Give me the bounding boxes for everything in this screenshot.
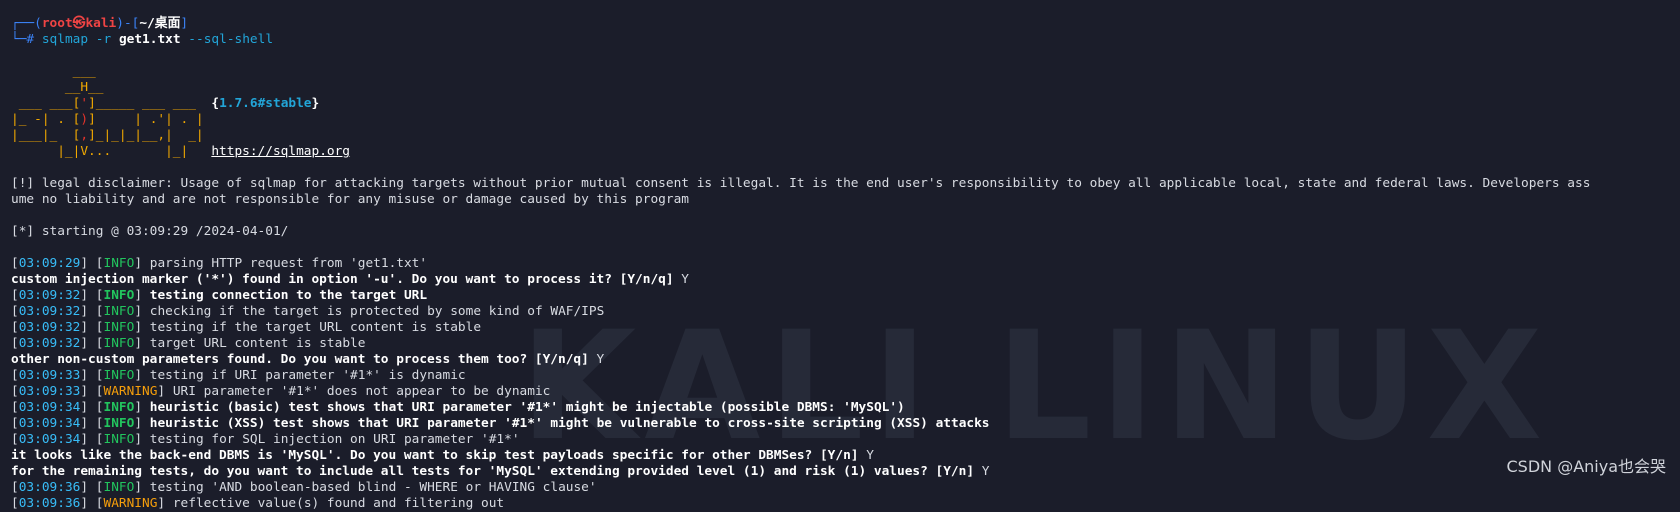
log-lines: [03:09:29] [INFO] parsing HTTP request f…	[11, 256, 1680, 512]
logo-part: ___ ___[	[11, 96, 81, 111]
prompt-box-open: ┌──(	[11, 16, 42, 31]
answer-text: Y	[588, 352, 605, 367]
logo-part: |_ -| . [	[11, 112, 81, 127]
log-level: WARNING	[103, 496, 158, 511]
logo-part: '	[80, 96, 89, 111]
prompt-path: ~/桌面	[139, 16, 181, 31]
terminal-output[interactable]: ┌──(root㉿kali)-[~/桌面] └─# sqlmap -r get1…	[11, 16, 1680, 512]
log-line: [03:09:29] [INFO] parsing HTTP request f…	[11, 256, 428, 271]
log-message: reflective value(s) found and filtering …	[165, 496, 505, 511]
log-timestamp: 03:09:36	[18, 480, 81, 495]
log-timestamp: 03:09:32	[18, 336, 81, 351]
question-text: for the remaining tests, do you want to …	[11, 464, 975, 479]
log-timestamp: 03:09:32	[18, 304, 81, 319]
logo-part: ]_____ ___ ___	[88, 96, 212, 111]
log-line: [03:09:32] [INFO] checking if the target…	[11, 304, 605, 319]
prompt-line: ┌──(root㉿kali)-[~/桌面]	[11, 16, 1680, 32]
log-timestamp: 03:09:34	[18, 416, 81, 431]
logo-part: ] | .'| . |	[88, 112, 204, 127]
log-level: INFO	[103, 368, 135, 383]
sqlmap-logo-line-2: __H__	[11, 80, 104, 95]
question-text: custom injection marker ('*') found in o…	[11, 272, 674, 287]
question-text: other non-custom parameters found. Do yo…	[11, 352, 589, 367]
prompt-user-host: root㉿kali	[41, 16, 117, 31]
log-level: INFO	[103, 432, 135, 447]
sqlmap-logo-line-3: ___ ___[']_____ ___ ___ {1.7.6#stable}	[11, 96, 1680, 112]
log-line: [03:09:34] [INFO] heuristic (basic) test…	[11, 400, 905, 415]
log-level: INFO	[103, 288, 135, 303]
logo-part: ,	[80, 128, 89, 143]
log-level: INFO	[103, 320, 135, 335]
answer-text: Y	[673, 272, 689, 287]
version-text: 1.7.6#stable	[219, 96, 312, 111]
logo-part: |_|V... |_|	[11, 144, 212, 159]
log-message: testing 'AND boolean-based blind - WHERE…	[142, 480, 597, 495]
prompt-question-line: for the remaining tests, do you want to …	[11, 464, 1680, 480]
prompt-question-line: custom injection marker ('*') found in o…	[11, 272, 1680, 288]
log-message: target URL content is stable	[142, 336, 366, 351]
log-timestamp: 03:09:34	[18, 400, 81, 415]
log-line: [03:09:33] [INFO] testing if URI paramet…	[11, 368, 466, 383]
question-text: it looks like the back-end DBMS is 'MySQ…	[11, 448, 859, 463]
log-message: parsing HTTP request from 'get1.txt'	[142, 256, 428, 271]
command-file: get1.txt	[118, 32, 181, 47]
version-close: }	[311, 96, 320, 111]
log-timestamp: 03:09:36	[18, 496, 81, 511]
command-line: └─# sqlmap -r get1.txt --sql-shell	[11, 32, 1680, 48]
prompt-box-mid: )-[	[116, 16, 140, 31]
command-name: sqlmap	[41, 32, 89, 47]
log-timestamp: 03:09:32	[18, 288, 81, 303]
log-line: [03:09:33] [WARNING] URI parameter '#1*'…	[11, 384, 551, 399]
logo-part: ]_|_|_|__,| _|	[88, 128, 204, 143]
log-level: INFO	[103, 480, 135, 495]
log-line: [03:09:36] [WARNING] reflective value(s)…	[11, 496, 505, 511]
log-level: INFO	[103, 304, 135, 319]
log-level: INFO	[103, 256, 135, 271]
log-timestamp: 03:09:29	[18, 256, 81, 271]
log-message: checking if the target is protected by s…	[142, 304, 605, 319]
prompt-question-line: it looks like the back-end DBMS is 'MySQ…	[11, 448, 1680, 464]
log-line: [03:09:34] [INFO] heuristic (XSS) test s…	[11, 416, 990, 431]
version-open: {	[211, 96, 220, 111]
log-level: INFO	[103, 400, 135, 415]
log-line: [03:09:32] [INFO] testing if the target …	[11, 320, 482, 335]
logo-part: )	[80, 112, 89, 127]
log-line: [03:09:32] [INFO] target URL content is …	[11, 336, 366, 351]
log-level: WARNING	[103, 384, 158, 399]
log-line: [03:09:36] [INFO] testing 'AND boolean-b…	[11, 480, 597, 495]
sqlmap-logo-line-4: |_ -| . [)] | .'| . |	[11, 112, 1680, 128]
prompt-box-close: ]	[180, 16, 189, 31]
log-timestamp: 03:09:33	[18, 368, 81, 383]
log-message: testing if the target URL content is sta…	[142, 320, 482, 335]
logo-part: |___|_ [	[11, 128, 81, 143]
log-message: heuristic (basic) test shows that URI pa…	[142, 400, 905, 415]
log-timestamp: 03:09:34	[18, 432, 81, 447]
csdn-watermark: CSDN @Aniya也会哭	[1506, 457, 1666, 476]
log-level: INFO	[103, 416, 135, 431]
disclaimer-line-2: ume no liability and are not responsible…	[11, 192, 689, 207]
sqlmap-logo-line-1: ___	[11, 64, 96, 79]
sqlmap-logo-line-5: |___|_ [,]_|_|_|__,| _|	[11, 128, 1680, 144]
log-line: [03:09:32] [INFO] testing connection to …	[11, 288, 428, 303]
prompt-corner: └─#	[11, 32, 35, 47]
log-message: testing connection to the target URL	[142, 288, 428, 303]
command-arg-sqlshell: --sql-shell	[188, 32, 274, 47]
log-message: heuristic (XSS) test shows that URI para…	[142, 416, 990, 431]
log-message: testing for SQL injection on URI paramet…	[142, 432, 520, 447]
command-arg-r: -r	[95, 32, 112, 47]
starting-line: [*] starting @ 03:09:29 /2024-04-01/	[11, 224, 289, 239]
log-level: INFO	[103, 336, 135, 351]
sqlmap-url-link[interactable]: https://sqlmap.org	[211, 144, 350, 159]
prompt-question-line: other non-custom parameters found. Do yo…	[11, 352, 1680, 368]
log-timestamp: 03:09:33	[18, 384, 81, 399]
version-badge: {1.7.6#stable}	[211, 96, 319, 111]
log-message: URI parameter '#1*' does not appear to b…	[165, 384, 551, 399]
sqlmap-logo-line-6: |_|V... |_| https://sqlmap.org	[11, 144, 1680, 160]
log-timestamp: 03:09:32	[18, 320, 81, 335]
log-message: testing if URI parameter '#1*' is dynami…	[142, 368, 466, 383]
answer-text: Y	[858, 448, 874, 463]
answer-text: Y	[974, 464, 990, 479]
disclaimer-line-1: [!] legal disclaimer: Usage of sqlmap fo…	[11, 176, 1591, 191]
log-line: [03:09:34] [INFO] testing for SQL inject…	[11, 432, 520, 447]
